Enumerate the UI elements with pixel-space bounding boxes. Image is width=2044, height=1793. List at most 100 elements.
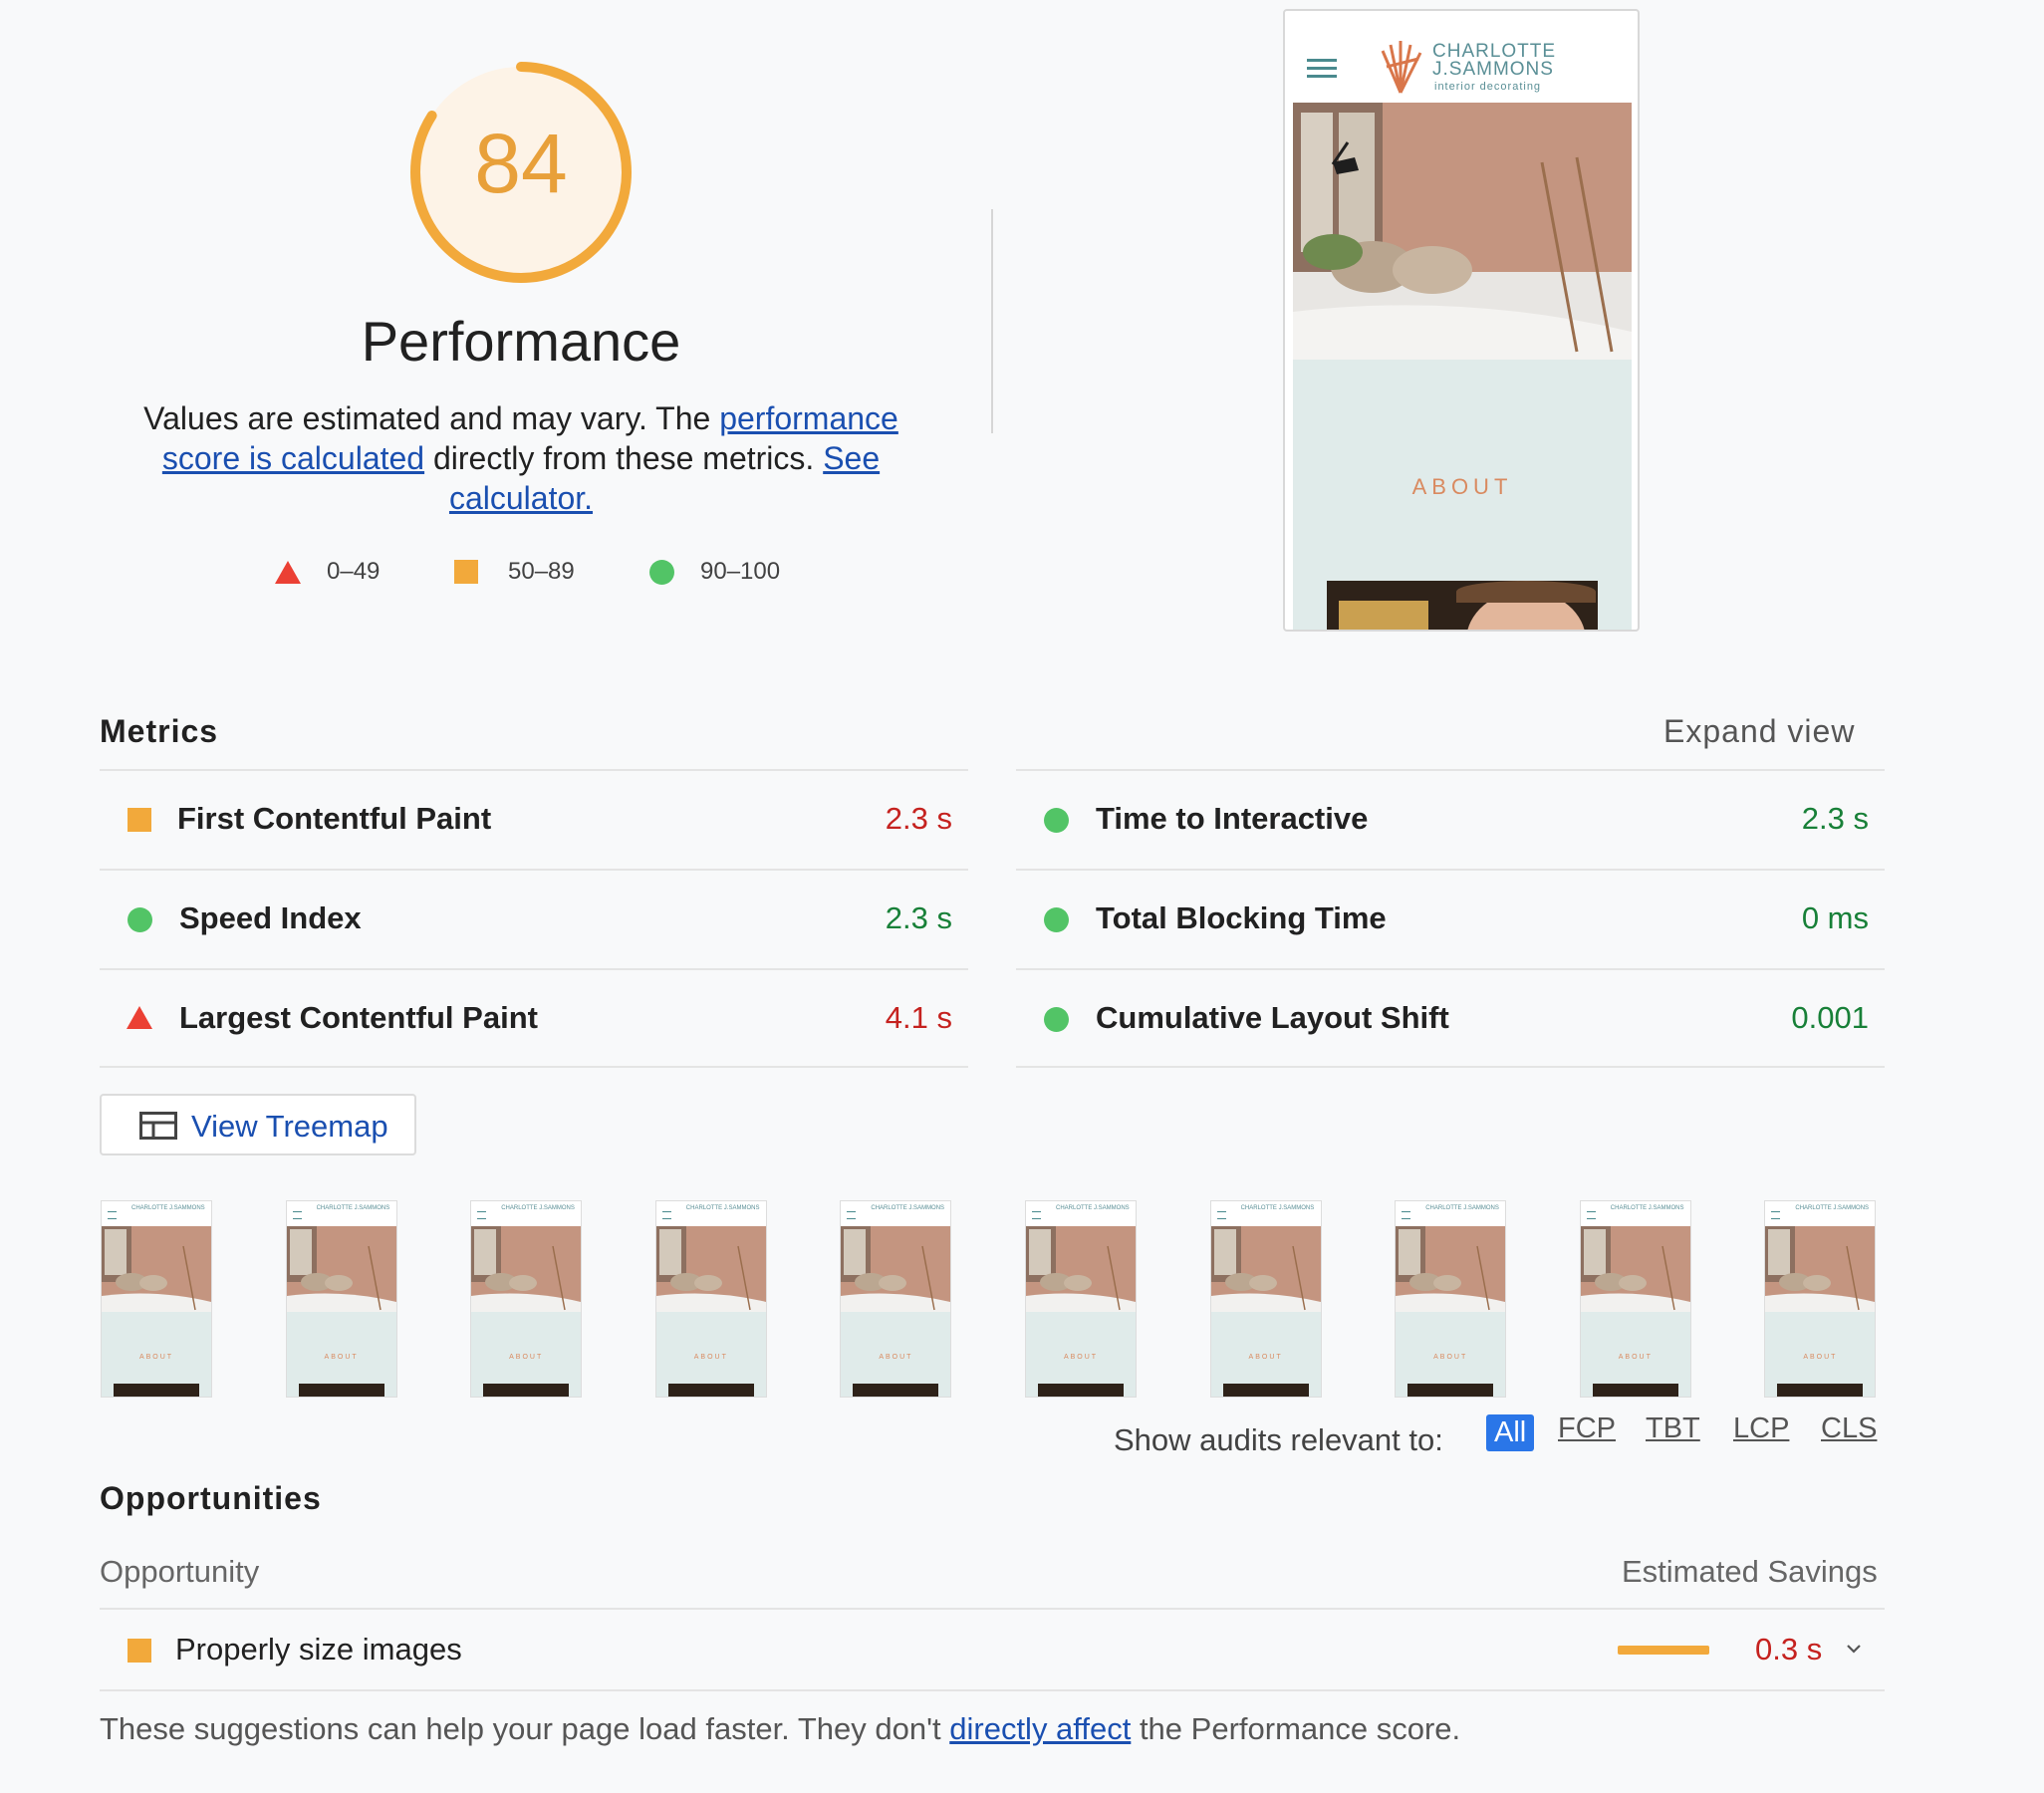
description-text: Values are estimated and may vary. The — [143, 400, 720, 436]
bedroom-photo — [1026, 1226, 1136, 1312]
filter-tbt[interactable]: TBT — [1646, 1412, 1700, 1445]
legend-label: 0–49 — [327, 558, 381, 585]
about-section: ABOUT — [286, 1312, 396, 1397]
brand-name: CHARLOTTE J.SAMMONS — [1240, 1205, 1315, 1211]
brand-name: CHARLOTTE J.SAMMONS — [131, 1205, 205, 1211]
about-heading: ABOUT — [1618, 1354, 1653, 1361]
bedroom-photo — [1293, 103, 1632, 360]
treemap-icon — [139, 1112, 177, 1140]
hamburger-menu-icon — [1771, 1211, 1781, 1219]
filmstrip-thumbnail: CHARLOTTE J.SAMMONS ABOUT — [285, 1200, 397, 1398]
portrait-photo — [853, 1384, 939, 1397]
bedroom-photo — [655, 1226, 766, 1312]
metric-tti-value: 2.3 s — [1801, 801, 1869, 836]
brand-name-line2: J.SAMMONS — [1432, 59, 1554, 80]
about-section: ABOUT — [1580, 1312, 1690, 1397]
filmstrip-thumbnail: CHARLOTTE J.SAMMONS ABOUT — [1025, 1200, 1137, 1398]
portrait-photo — [298, 1384, 384, 1397]
square-orange-icon — [128, 1639, 151, 1663]
filmstrip-thumbnail: CHARLOTTE J.SAMMONS ABOUT — [1209, 1200, 1322, 1398]
circle-green-icon — [1044, 808, 1069, 833]
filter-all[interactable]: All — [1486, 1414, 1535, 1451]
divider — [1016, 769, 1885, 771]
hamburger-menu-icon — [292, 1211, 302, 1219]
metric-fcp-value: 2.3 s — [885, 801, 952, 836]
legend-fail: 0–49 — [275, 558, 380, 586]
bedroom-photo — [1765, 1226, 1876, 1312]
opportunity-name: Properly size images — [175, 1632, 462, 1666]
bedroom-photo — [286, 1226, 396, 1312]
filmstrip-thumbnail: CHARLOTTE J.SAMMONS ABOUT — [654, 1200, 767, 1398]
opportunities-footer: These suggestions can help your page loa… — [100, 1711, 1460, 1747]
about-section: ABOUT — [1396, 1312, 1506, 1397]
circle-green-icon — [128, 907, 152, 932]
metric-si-value: 2.3 s — [885, 900, 952, 935]
divider — [100, 1066, 968, 1068]
square-orange-icon — [128, 808, 151, 832]
about-heading: ABOUT — [1803, 1354, 1838, 1361]
about-heading: ABOUT — [1063, 1354, 1099, 1361]
square-orange-icon — [454, 560, 478, 584]
metric-fcp-name: First Contentful Paint — [177, 801, 492, 836]
portrait-photo — [1327, 581, 1598, 630]
opportunity-column-header: Opportunity — [100, 1554, 260, 1589]
metric-si-name: Speed Index — [179, 900, 362, 935]
brand-name: CHARLOTTE J.SAMMONS — [685, 1205, 760, 1211]
triangle-red-icon — [127, 1006, 152, 1029]
about-heading: ABOUT — [138, 1354, 174, 1361]
metric-tbt-value: 0 ms — [1801, 900, 1869, 935]
performance-title: Performance — [361, 310, 681, 373]
divider — [100, 1608, 1885, 1610]
divider — [1016, 1066, 1885, 1068]
filter-lcp[interactable]: LCP — [1733, 1412, 1789, 1445]
divider — [100, 1689, 1885, 1691]
metric-tbt-name: Total Blocking Time — [1096, 900, 1387, 935]
about-heading: ABOUT — [1248, 1354, 1283, 1361]
brand-tagline: interior decorating — [1434, 81, 1542, 93]
portrait-photo — [1038, 1384, 1124, 1397]
bedroom-photo — [1396, 1226, 1506, 1312]
about-heading: ABOUT — [1433, 1354, 1468, 1361]
vertical-divider — [991, 209, 993, 433]
divider — [100, 869, 968, 871]
footer-text-suffix: the Performance score. — [1131, 1711, 1461, 1746]
about-heading: ABOUT — [693, 1354, 728, 1361]
hamburger-menu-icon — [108, 1211, 117, 1219]
view-treemap-button[interactable]: View Treemap — [100, 1094, 416, 1155]
triangle-red-icon — [275, 560, 301, 584]
metric-lcp-value: 4.1 s — [885, 1000, 952, 1035]
preview-site-header: CHARLOTTE J.SAMMONS interior decorating — [1293, 19, 1632, 103]
legend-label: 90–100 — [700, 558, 781, 585]
hamburger-menu-icon — [661, 1211, 671, 1219]
final-screenshot-preview[interactable]: CHARLOTTE J.SAMMONS interior decorating … — [1283, 9, 1640, 632]
hamburger-menu-icon — [847, 1211, 857, 1219]
about-heading: ABOUT — [324, 1354, 359, 1361]
about-section: ABOUT — [471, 1312, 582, 1397]
audit-filter-label: Show audits relevant to: — [1114, 1422, 1443, 1457]
portrait-photo — [483, 1384, 570, 1397]
brand-logo-icon — [1381, 41, 1422, 94]
legend-label: 50–89 — [508, 558, 575, 585]
brand-name: CHARLOTTE J.SAMMONS — [1795, 1205, 1870, 1211]
directly-affect-link[interactable]: directly affect — [949, 1711, 1131, 1746]
divider — [1016, 968, 1885, 970]
circle-green-icon — [1044, 907, 1069, 932]
expand-view-toggle[interactable]: Expand view — [1663, 713, 1855, 750]
filmstrip-thumbnail: CHARLOTTE J.SAMMONS ABOUT — [101, 1200, 212, 1398]
filter-cls[interactable]: CLS — [1821, 1412, 1877, 1445]
filmstrip-thumbnail: CHARLOTTE J.SAMMONS ABOUT — [1764, 1200, 1877, 1398]
hamburger-menu-icon — [1402, 1211, 1411, 1219]
filmstrip-thumbnail: CHARLOTTE J.SAMMONS ABOUT — [470, 1200, 583, 1398]
preview-about-section: ABOUT — [1293, 360, 1632, 630]
circle-green-icon — [649, 559, 674, 585]
portrait-photo — [1777, 1384, 1864, 1397]
opportunities-heading: Opportunities — [100, 1480, 322, 1516]
divider — [1016, 869, 1885, 871]
performance-description: Values are estimated and may vary. The p… — [129, 398, 912, 518]
estimated-savings-column-header: Estimated Savings — [1622, 1554, 1878, 1589]
filter-fcp[interactable]: FCP — [1558, 1412, 1616, 1445]
about-section: ABOUT — [1210, 1312, 1321, 1397]
metric-lcp-name: Largest Contentful Paint — [179, 1000, 538, 1035]
filmstrip-thumbnail: CHARLOTTE J.SAMMONS ABOUT — [1579, 1200, 1691, 1398]
chevron-down-icon[interactable] — [1845, 1640, 1863, 1658]
